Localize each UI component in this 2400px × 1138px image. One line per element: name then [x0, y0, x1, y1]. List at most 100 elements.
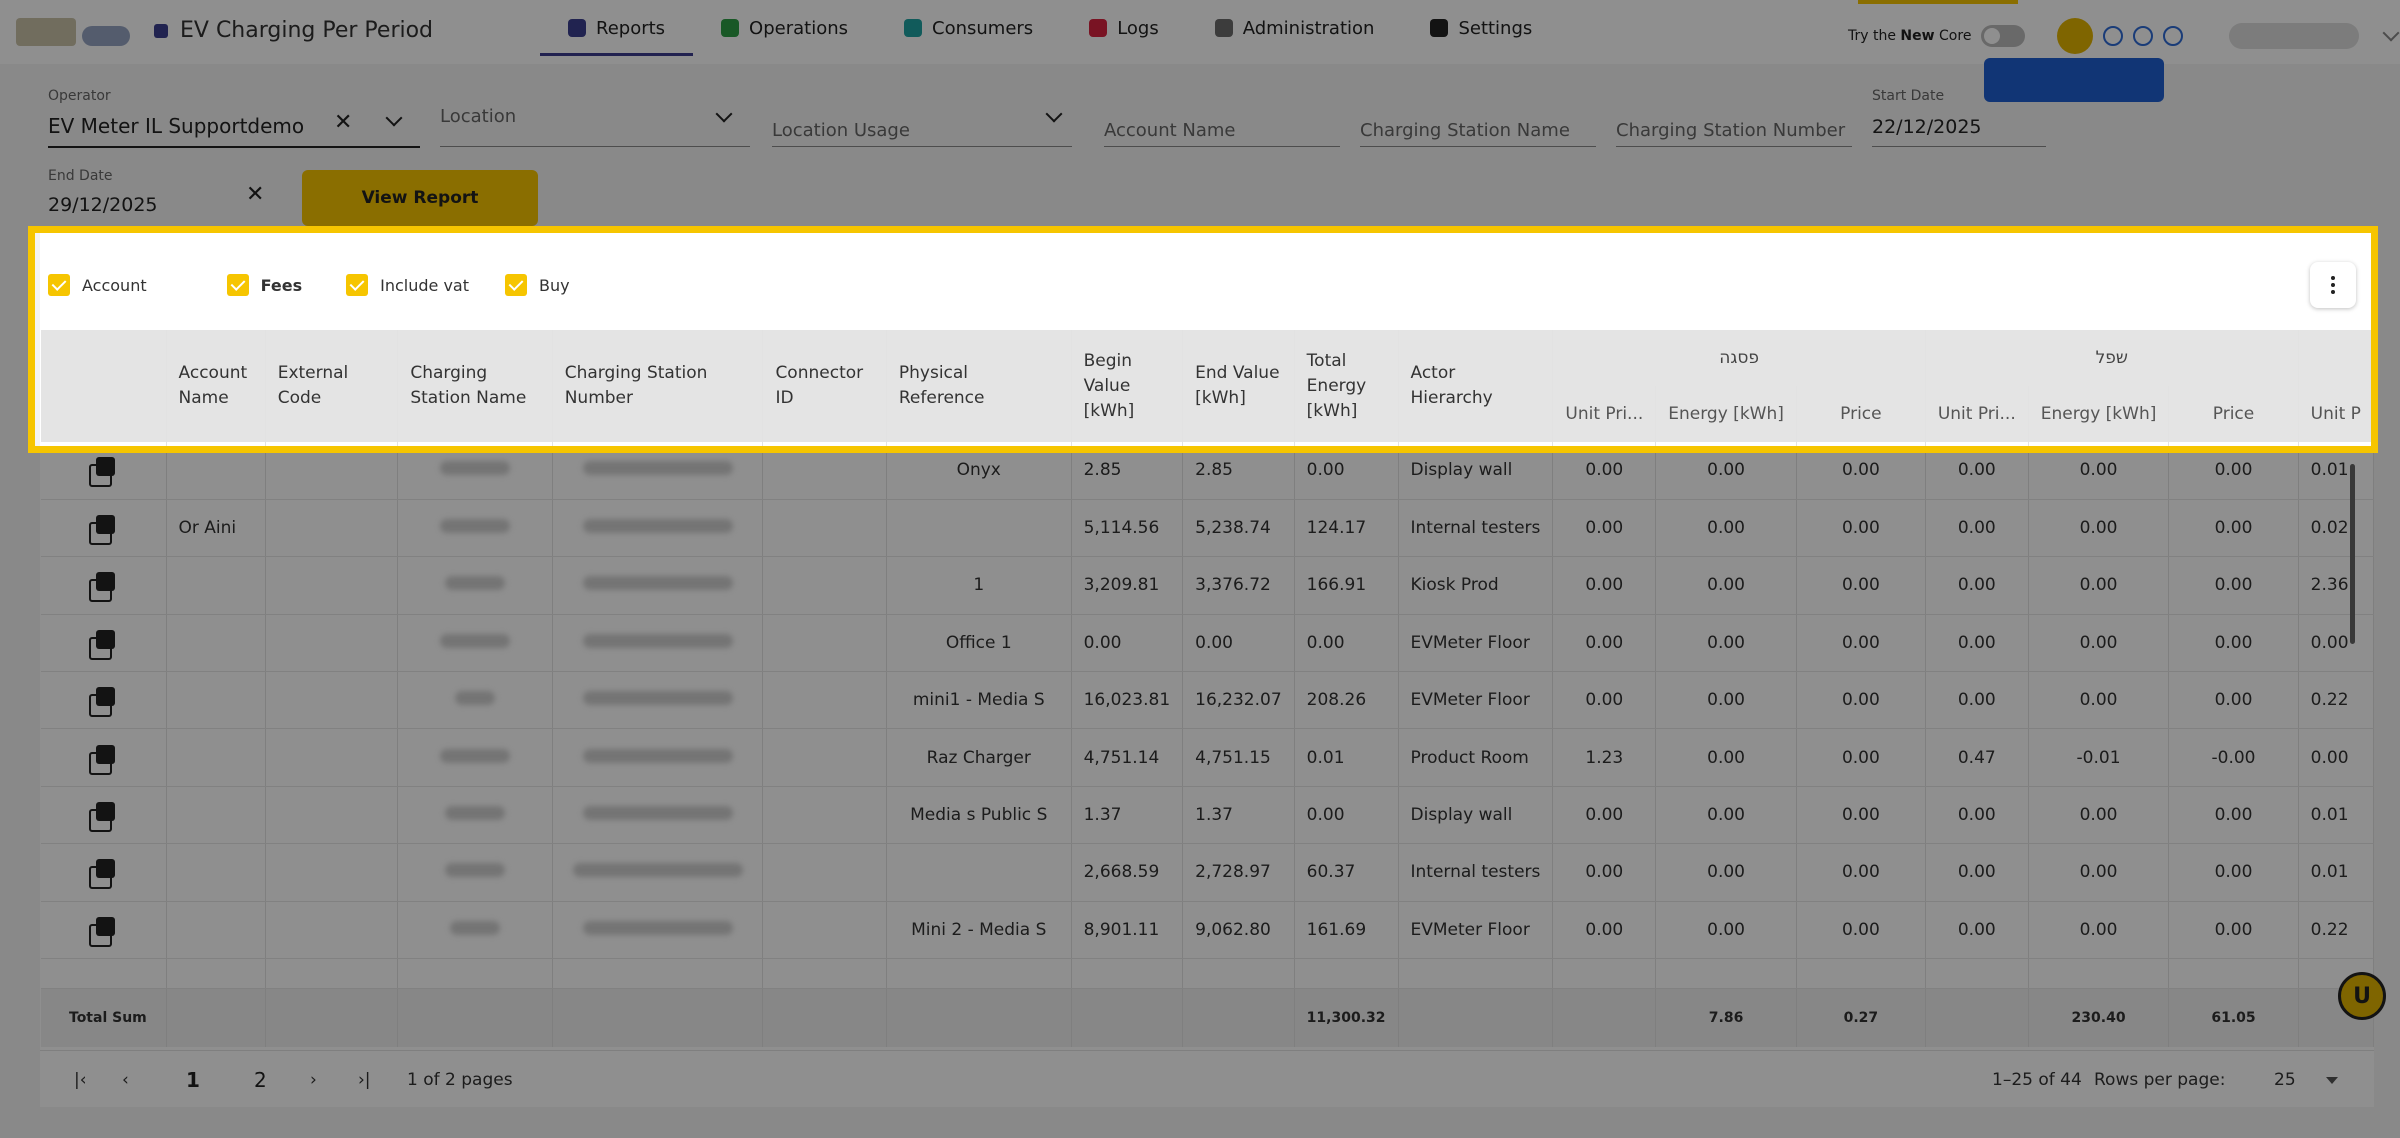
checkbox-include-vat[interactable]: Include vat — [346, 274, 469, 296]
column-options: Account Fees Include vat Buy — [48, 274, 570, 296]
checkbox-checked-icon[interactable] — [505, 274, 527, 296]
col-offpeak-unit-price[interactable]: Unit Pri... — [1925, 386, 2029, 442]
clipboard-icon — [721, 19, 740, 37]
new-core-toggle[interactable] — [1981, 25, 2026, 47]
chevron-down-icon[interactable] — [715, 105, 733, 123]
first-page-icon[interactable]: |‹ — [74, 1051, 87, 1108]
copy-icon[interactable] — [89, 744, 117, 775]
checkbox-account[interactable]: Account — [48, 274, 147, 296]
cell-peak-price: 0.00 — [1796, 901, 1926, 960]
location-usage-field[interactable]: Location Usage — [772, 104, 1072, 148]
row-actions[interactable] — [41, 614, 167, 673]
col-total-energy[interactable]: Total Energy [kWh] — [1294, 330, 1399, 442]
app-logo[interactable] — [16, 12, 136, 52]
table-row[interactable]: mini1 - Media S 16,023.81 16,232.07 208.26 E… — [41, 671, 2375, 730]
table-scrollbar[interactable] — [2350, 464, 2355, 644]
checkbox-fees[interactable]: Fees — [226, 274, 302, 296]
row-actions[interactable] — [41, 901, 167, 960]
charging-station-number-input[interactable]: Charging Station Number — [1616, 104, 1852, 148]
end-date-value[interactable]: 29/12/2025 — [48, 194, 158, 216]
table-row[interactable]: Raz Charger 4,751.14 4,751.15 0.01 Product R… — [41, 728, 2375, 787]
copy-icon[interactable] — [89, 629, 117, 660]
operator-field[interactable]: Operator EV Meter IL Supportdemo ✕ — [48, 88, 420, 148]
copy-icon[interactable] — [89, 801, 117, 833]
row-actions[interactable] — [41, 671, 167, 730]
checkbox-buy[interactable]: Buy — [505, 274, 570, 296]
cell-begin-value: 2,668.59 — [1071, 843, 1184, 902]
row-actions[interactable] — [41, 786, 167, 845]
page-1-button[interactable]: 1 — [186, 1051, 200, 1108]
col-charging-station-number[interactable]: Charging Station Number — [552, 330, 764, 442]
col-account-name[interactable]: Account Name — [166, 330, 266, 442]
col-physical-reference[interactable]: Physical Reference — [886, 330, 1072, 442]
chevron-down-icon[interactable] — [1045, 105, 1063, 123]
table-row[interactable]: Or Aini 5,114.56 5,238.74 124.17 Internal te… — [41, 499, 2375, 558]
charging-station-name-input[interactable]: Charging Station Name — [1360, 104, 1596, 148]
col-end-value[interactable]: End Value [kWh] — [1182, 330, 1295, 442]
row-actions[interactable] — [41, 442, 167, 500]
prev-page-icon[interactable]: ‹ — [122, 1051, 129, 1108]
table-row[interactable]: Office 1 0.00 0.00 0.00 EVMeter Floor 0.00 0.0… — [41, 614, 2375, 673]
col-offpeak-energy[interactable]: Energy [kWh] — [2028, 386, 2170, 442]
col-next-unit-price[interactable]: Unit P — [2298, 386, 2375, 442]
nav-operations[interactable]: Operations — [693, 0, 876, 56]
col-connector-id[interactable]: Connector ID — [762, 330, 887, 442]
search-icon[interactable] — [2103, 26, 2124, 46]
col-peak-energy[interactable]: Energy [kWh] — [1655, 386, 1797, 442]
row-actions[interactable] — [41, 499, 167, 558]
col-peak-unit-price[interactable]: Unit Pri... — [1552, 386, 1657, 442]
col-peak-price[interactable]: Price — [1796, 386, 1926, 442]
nav-reports[interactable]: Reports — [540, 0, 694, 56]
checkbox-checked-icon[interactable] — [346, 274, 369, 296]
operator-value[interactable]: EV Meter IL Supportdemo — [48, 114, 304, 138]
row-actions[interactable] — [41, 843, 167, 902]
clear-end-date-icon[interactable]: ✕ — [246, 182, 264, 207]
nav-label: Consumers — [932, 17, 1034, 39]
more-options-icon[interactable] — [2310, 262, 2356, 308]
col-begin-value[interactable]: Begin Value [kWh] — [1071, 330, 1184, 442]
copy-icon[interactable] — [89, 571, 117, 603]
nav-settings[interactable]: Settings — [1402, 0, 1560, 56]
rows-per-page-select[interactable]: 25 — [2274, 1061, 2364, 1099]
view-report-button[interactable]: View Report — [302, 170, 538, 226]
col-offpeak-price[interactable]: Price — [2168, 386, 2299, 442]
page-2-button[interactable]: 2 — [254, 1051, 267, 1108]
user-menu[interactable] — [2229, 23, 2360, 49]
chevron-down-icon[interactable] — [385, 109, 403, 127]
help-assistant-button[interactable]: U — [2338, 972, 2386, 1020]
info-icon[interactable] — [2163, 26, 2184, 46]
table-row[interactable]: Mini 2 - Media S 8,901.11 9,062.80 161.69 EV… — [41, 901, 2375, 960]
table-row[interactable]: Onyx 2.85 2.85 0.00 Display wall 0.00 0.00 0.00… — [41, 442, 2375, 500]
copy-icon[interactable] — [89, 916, 117, 947]
end-date-field[interactable]: End Date 29/12/2025 ✕ — [48, 168, 274, 226]
copy-icon[interactable] — [89, 858, 117, 890]
graduation-cap-icon[interactable] — [2057, 18, 2094, 54]
table-row[interactable]: Media s Public S 1.37 1.37 0.00 Display wall… — [41, 786, 2375, 845]
cell-external-code — [265, 556, 399, 615]
nav-consumers[interactable]: Consumers — [876, 0, 1061, 56]
copy-icon[interactable] — [89, 456, 117, 488]
copy-icon[interactable] — [89, 514, 117, 546]
row-actions[interactable] — [41, 728, 167, 787]
cell-peak-unit-price: 1.23 — [1552, 728, 1657, 787]
table-row[interactable]: 2,668.59 2,728.97 60.37 Internal testers 0.0… — [41, 843, 2375, 902]
checkbox-checked-icon[interactable] — [48, 274, 70, 296]
clear-operator-icon[interactable]: ✕ — [334, 110, 352, 135]
checkbox-checked-icon[interactable] — [226, 274, 249, 296]
col-charging-station-name[interactable]: Charging Station Name — [397, 330, 553, 442]
next-page-icon[interactable]: › — [310, 1051, 317, 1108]
location-field[interactable]: Location — [440, 104, 750, 148]
copy-icon[interactable] — [89, 686, 117, 718]
nav-administration[interactable]: Administration — [1187, 0, 1403, 56]
col-external-code[interactable]: External Code — [265, 330, 399, 442]
row-actions[interactable] — [41, 556, 167, 615]
col-actor-hierarchy[interactable]: Actor Hierarchy — [1398, 330, 1554, 442]
start-date-value[interactable]: 22/12/2025 — [1872, 116, 1982, 138]
last-page-icon[interactable]: ›| — [358, 1051, 371, 1108]
table-row[interactable]: 1 3,209.81 3,376.72 166.91 Kiosk Prod 0.00 0.0… — [41, 556, 2375, 615]
action-button[interactable] — [1984, 58, 2164, 102]
nav-logs[interactable]: Logs — [1061, 0, 1187, 56]
account-name-input[interactable]: Account Name — [1104, 104, 1340, 148]
globe-icon[interactable] — [2133, 26, 2154, 46]
chevron-down-icon[interactable] — [2382, 24, 2400, 42]
